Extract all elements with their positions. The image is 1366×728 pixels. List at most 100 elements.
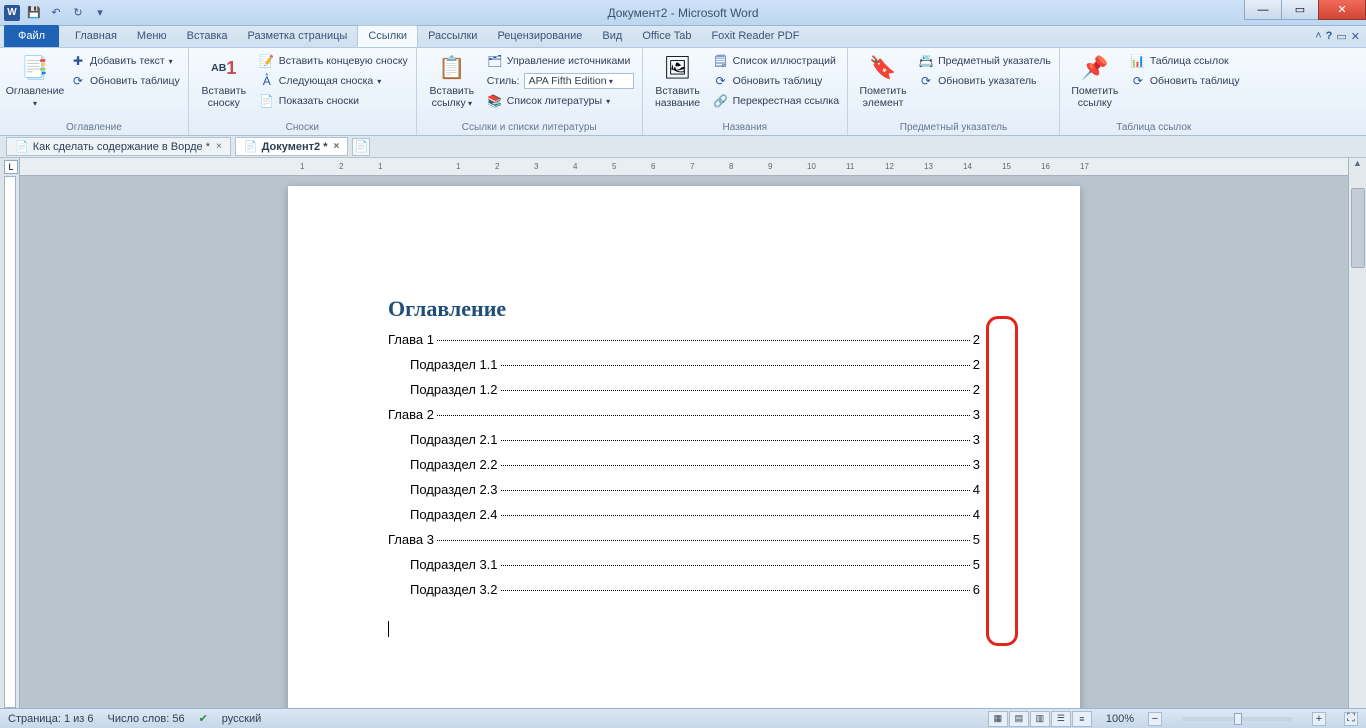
help-icon[interactable]: ?: [1326, 30, 1333, 43]
restore-window-icon[interactable]: ▭: [1336, 30, 1346, 43]
toc-entry-5[interactable]: Подраздел 2.23: [388, 457, 980, 472]
toc-entry-6[interactable]: Подраздел 2.34: [388, 482, 980, 497]
zoom-fit-button[interactable]: ⛶: [1344, 712, 1358, 726]
view-mode-buttons[interactable]: ▦ ▤ ▥ ☰ ≡: [988, 711, 1092, 727]
zoom-in-button[interactable]: +: [1312, 712, 1326, 726]
toa-icon: 📊: [1130, 53, 1146, 69]
qat-customize-button[interactable]: ▾: [90, 3, 110, 23]
bibliography-button[interactable]: 📚Список литературы: [485, 92, 636, 110]
new-document-button[interactable]: 📄: [352, 138, 370, 156]
mark-citation-icon: 📌: [1079, 52, 1111, 84]
view-outline-icon[interactable]: ☰: [1051, 711, 1071, 727]
ribbon-tab-0[interactable]: Главная: [65, 25, 127, 47]
list-of-figures-button[interactable]: 🗒Список иллюстраций: [711, 52, 841, 70]
toc-entry-2[interactable]: Подраздел 1.22: [388, 382, 980, 397]
crossref-icon: 🔗: [713, 93, 729, 109]
insert-footnote-button[interactable]: AB1 Вставить сноску: [195, 50, 253, 109]
view-print-layout-icon[interactable]: ▦: [988, 711, 1008, 727]
tab-selector[interactable]: L: [4, 160, 18, 174]
toc-entry-7[interactable]: Подраздел 2.44: [388, 507, 980, 522]
ribbon-tab-8[interactable]: Office Tab: [632, 25, 701, 47]
show-footnotes-button[interactable]: 📄Показать сноски: [257, 92, 410, 110]
status-language[interactable]: русский: [222, 713, 261, 725]
close-tab-icon[interactable]: ×: [216, 141, 222, 152]
refresh-icon: ⟳: [713, 73, 729, 89]
close-doc-icon[interactable]: ✕: [1351, 30, 1360, 43]
qat-save-button[interactable]: 💾: [24, 3, 44, 23]
document-canvas[interactable]: Оглавление Глава 12 Подраздел 1.12 Подразд…: [20, 176, 1348, 708]
refresh-icon: ⟳: [918, 73, 934, 89]
view-reading-icon[interactable]: ▤: [1009, 711, 1029, 727]
insert-citation-button[interactable]: 📋 Вставить ссылку: [423, 50, 481, 109]
table-of-authorities-button[interactable]: 📊Таблица ссылок: [1128, 52, 1242, 70]
toc-entry-0[interactable]: Глава 12: [388, 332, 980, 347]
status-page[interactable]: Страница: 1 из 6: [8, 713, 94, 725]
add-text-button[interactable]: ✚Добавить текст: [68, 52, 182, 70]
workspace: L 1211234567891011121314151617 Оглавлени…: [0, 158, 1366, 708]
zoom-out-button[interactable]: −: [1148, 712, 1162, 726]
toc-entry-4[interactable]: Подраздел 2.13: [388, 432, 980, 447]
qat-undo-button[interactable]: ↶: [46, 3, 66, 23]
qat-redo-button[interactable]: ↻: [68, 3, 88, 23]
manage-icon: 🗂: [487, 53, 503, 69]
scrollbar-thumb[interactable]: [1351, 188, 1365, 268]
document-tab-0[interactable]: 📄Как сделать содержание в Ворде *×: [6, 137, 231, 156]
file-tab[interactable]: Файл: [4, 25, 59, 47]
close-tab-icon[interactable]: ×: [333, 141, 339, 152]
maximize-button[interactable]: ▭: [1281, 0, 1319, 20]
mark-citation-button[interactable]: 📌 Пометить ссылку: [1066, 50, 1124, 109]
insert-caption-button[interactable]: 🖼 Вставить название: [649, 50, 707, 109]
citation-style-dropdown[interactable]: Стиль: APA Fifth Edition: [485, 72, 636, 90]
ribbon-tab-2[interactable]: Вставка: [177, 25, 238, 47]
group-label-footnotes: Сноски: [195, 120, 410, 135]
vertical-scrollbar[interactable]: ▲: [1348, 158, 1366, 708]
zoom-slider[interactable]: [1182, 717, 1292, 721]
toc-title[interactable]: Оглавление: [388, 296, 980, 322]
footnote-icon: AB1: [208, 52, 240, 84]
view-draft-icon[interactable]: ≡: [1072, 711, 1092, 727]
toc-entry-9[interactable]: Подраздел 3.15: [388, 557, 980, 572]
caption-icon: 🖼: [662, 52, 694, 84]
vertical-ruler[interactable]: [4, 176, 16, 708]
ribbon-tab-9[interactable]: Foxit Reader PDF: [701, 25, 809, 47]
ribbon-tab-3[interactable]: Разметка страницы: [238, 25, 358, 47]
refresh-icon: ⟳: [70, 73, 86, 89]
ribbon-tab-4[interactable]: Ссылки: [357, 25, 418, 47]
manage-sources-button[interactable]: 🗂Управление источниками: [485, 52, 636, 70]
cross-reference-button[interactable]: 🔗Перекрестная ссылка: [711, 92, 841, 110]
toc-entry-3[interactable]: Глава 23: [388, 407, 980, 422]
plus-icon: ✚: [70, 53, 86, 69]
insert-endnote-button[interactable]: 📝Вставить концевую сноску: [257, 52, 410, 70]
close-button[interactable]: ✕: [1318, 0, 1366, 20]
status-word-count[interactable]: Число слов: 56: [108, 713, 185, 725]
update-figures-button[interactable]: ⟳Обновить таблицу: [711, 72, 841, 90]
toc-button[interactable]: 📑 Оглавление: [6, 50, 64, 109]
window-title: Документ2 - Microsoft Word: [0, 6, 1366, 20]
toc-entry-8[interactable]: Глава 35: [388, 532, 980, 547]
horizontal-ruler[interactable]: 1211234567891011121314151617: [20, 158, 1366, 176]
update-toa-button[interactable]: ⟳Обновить таблицу: [1128, 72, 1242, 90]
endnote-icon: 📝: [259, 53, 275, 69]
page[interactable]: Оглавление Глава 12 Подраздел 1.12 Подразд…: [288, 186, 1080, 708]
next-icon: A͛: [259, 73, 275, 89]
biblio-icon: 📚: [487, 93, 503, 109]
zoom-slider-knob[interactable]: [1234, 713, 1242, 725]
ribbon-tab-5[interactable]: Рассылки: [418, 25, 487, 47]
ribbon-minimize-icon[interactable]: ˄: [1315, 30, 1321, 43]
next-footnote-button[interactable]: A͛Следующая сноска: [257, 72, 410, 90]
ribbon-tab-1[interactable]: Меню: [127, 25, 177, 47]
ribbon-tab-7[interactable]: Вид: [592, 25, 632, 47]
toc-entry-1[interactable]: Подраздел 1.12: [388, 357, 980, 372]
status-proofing-icon[interactable]: ✔: [199, 712, 208, 725]
view-web-icon[interactable]: ▥: [1030, 711, 1050, 727]
insert-index-button[interactable]: 📇Предметный указатель: [916, 52, 1053, 70]
mark-index-entry-button[interactable]: 🔖 Пометить элемент: [854, 50, 912, 109]
update-toc-button[interactable]: ⟳Обновить таблицу: [68, 72, 182, 90]
zoom-percent[interactable]: 100%: [1106, 713, 1134, 725]
update-index-button[interactable]: ⟳Обновить указатель: [916, 72, 1053, 90]
minimize-button[interactable]: —: [1244, 0, 1282, 20]
toc-entry-10[interactable]: Подраздел 3.26: [388, 582, 980, 597]
ribbon-tab-6[interactable]: Рецензирование: [487, 25, 592, 47]
document-tab-1[interactable]: 📄Документ2 *×: [235, 137, 348, 156]
group-label-toc: Оглавление: [6, 120, 182, 135]
